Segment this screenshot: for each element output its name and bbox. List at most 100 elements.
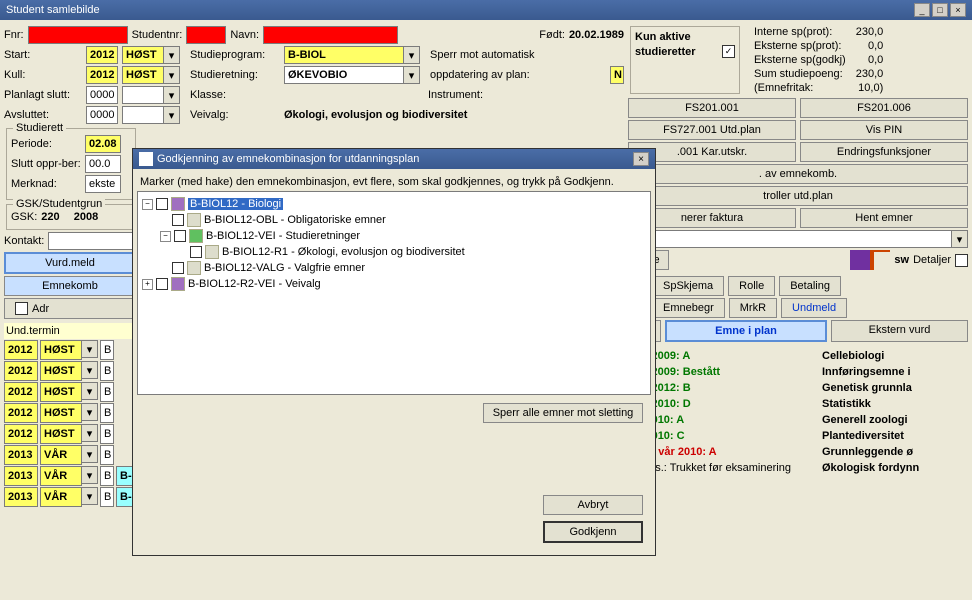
tree-node-label[interactable]: B-BIOL12-VEI - Studieretninger	[206, 230, 360, 242]
chevron-down-icon[interactable]: ▾	[404, 66, 420, 84]
tab-spskjema[interactable]: SpSkjema	[652, 276, 724, 296]
periode-value[interactable]: 02.08	[85, 135, 121, 153]
row-b[interactable]: B	[100, 424, 114, 444]
tree-checkbox[interactable]	[172, 214, 184, 226]
tree-area[interactable]: − B-BIOL12 - Biologi B-BIOL12-OBL - Oblig…	[137, 191, 651, 395]
row-year[interactable]: 2013	[4, 445, 38, 465]
row-sem[interactable]: HØST	[40, 403, 82, 423]
avsluttet-year[interactable]: 0000	[86, 106, 118, 124]
chevron-down-icon[interactable]: ▾	[164, 86, 180, 104]
detaljer-checkbox[interactable]	[955, 254, 968, 267]
fnr-field[interactable]	[28, 26, 128, 44]
tree-node-label[interactable]: B-BIOL12-OBL - Obligatoriske emner	[204, 214, 386, 226]
tree-checkbox[interactable]	[190, 246, 202, 258]
btn-fs201001[interactable]: FS201.001	[628, 98, 796, 118]
chevron-down-icon[interactable]: ▾	[82, 340, 98, 358]
start-sem[interactable]: HØST	[122, 46, 164, 64]
chevron-down-icon[interactable]: ▾	[82, 466, 98, 484]
chevron-down-icon[interactable]: ▾	[82, 445, 98, 463]
navn-field[interactable]	[263, 26, 398, 44]
row-year[interactable]: 2012	[4, 403, 38, 423]
row-sem[interactable]: VÅR	[40, 466, 82, 486]
tab-emneiplan[interactable]: Emne i plan	[665, 320, 827, 342]
row-sem[interactable]: HØST	[40, 424, 82, 444]
studentnr-field[interactable]	[186, 26, 226, 44]
row-year[interactable]: 2012	[4, 340, 38, 360]
maximize-button[interactable]: □	[932, 3, 948, 17]
tree-checkbox[interactable]	[156, 198, 168, 210]
tab-mrkr[interactable]: MrkR	[729, 298, 777, 318]
tree-checkbox[interactable]	[174, 230, 186, 242]
tab-emnekomb[interactable]: Emnekomb	[4, 276, 136, 296]
tab-emnebegr[interactable]: Emnebegr	[652, 298, 725, 318]
chevron-down-icon[interactable]: ▾	[82, 424, 98, 442]
chevron-down-icon[interactable]: ▾	[164, 106, 180, 124]
start-year[interactable]: 2012	[86, 46, 118, 64]
btn-hentemner[interactable]: Hent emner	[800, 208, 968, 228]
expand-icon[interactable]: +	[142, 279, 153, 290]
tab-betaling[interactable]: Betaling	[779, 276, 841, 296]
row-b[interactable]: B	[100, 445, 114, 465]
row-year[interactable]: 2012	[4, 424, 38, 444]
row-sem[interactable]: VÅR	[40, 487, 82, 507]
tab-undmeld[interactable]: Undmeld	[781, 298, 847, 318]
tab-vurdmeld[interactable]: Vurd.meld	[4, 252, 136, 274]
tree-node-label[interactable]: B-BIOL12 - Biologi	[188, 198, 283, 210]
btn-emnekomb[interactable]: . av emnekomb.	[628, 164, 968, 184]
sp-value[interactable]: B-BIOL	[284, 46, 404, 64]
btn-troller[interactable]: troller utd.plan	[628, 186, 968, 206]
planlagt-sem[interactable]	[122, 86, 164, 104]
expand-icon[interactable]: −	[142, 199, 153, 210]
row-b[interactable]: B	[100, 403, 114, 423]
row-year[interactable]: 2012	[4, 361, 38, 381]
row-year[interactable]: 2012	[4, 382, 38, 402]
tab-eksternvurd[interactable]: Ekstern vurd	[831, 320, 968, 342]
btn-endrings[interactable]: Endringsfunksjoner	[800, 142, 968, 162]
row-sem[interactable]: VÅR	[40, 445, 82, 465]
row-b[interactable]: B	[100, 487, 114, 507]
chevron-down-icon[interactable]: ▾	[404, 46, 420, 64]
tree-node-label[interactable]: B-BIOL12-R2-VEI - Veivalg	[188, 278, 321, 290]
adr-checkbox[interactable]	[15, 302, 28, 315]
sr-value[interactable]: ØKEVOBIO	[284, 66, 404, 84]
row-sem[interactable]: HØST	[40, 340, 82, 360]
kull-sem[interactable]: HØST	[122, 66, 164, 84]
big-select[interactable]	[628, 230, 952, 248]
planlagt-year[interactable]: 0000	[86, 86, 118, 104]
chevron-down-icon[interactable]: ▾	[952, 230, 968, 248]
btn-fs727[interactable]: FS727.001 Utd.plan	[628, 120, 796, 140]
row-b[interactable]: B	[100, 361, 114, 381]
kull-year[interactable]: 2012	[86, 66, 118, 84]
row-year[interactable]: 2013	[4, 466, 38, 486]
chevron-down-icon[interactable]: ▾	[82, 382, 98, 400]
btn-vispin[interactable]: Vis PIN	[800, 120, 968, 140]
chevron-down-icon[interactable]: ▾	[82, 403, 98, 421]
tree-node-label[interactable]: B-BIOL12-R1 - Økologi, evolusjon og biod…	[222, 246, 465, 258]
row-b[interactable]: B	[100, 340, 114, 360]
sperr-value[interactable]: N	[610, 66, 624, 84]
row-b[interactable]: B	[100, 382, 114, 402]
tree-checkbox[interactable]	[172, 262, 184, 274]
close-button[interactable]: ×	[950, 3, 966, 17]
row-year[interactable]: 2013	[4, 487, 38, 507]
slutt-value[interactable]: 00.0	[85, 155, 121, 173]
tab-rolle[interactable]: Rolle	[728, 276, 775, 296]
chevron-down-icon[interactable]: ▾	[82, 361, 98, 379]
chevron-down-icon[interactable]: ▾	[82, 487, 98, 505]
kontakt-field[interactable]	[48, 232, 138, 250]
kun-aktive-checkbox[interactable]: ✓	[722, 45, 735, 58]
avsluttet-sem[interactable]	[122, 106, 164, 124]
minimize-button[interactable]: _	[914, 3, 930, 17]
row-sem[interactable]: HØST	[40, 361, 82, 381]
tree-checkbox[interactable]	[156, 278, 168, 290]
row-b[interactable]: B	[100, 466, 114, 486]
tree-node-label[interactable]: B-BIOL12-VALG - Valgfrie emner	[204, 262, 365, 274]
dialog-close-button[interactable]: ×	[633, 152, 649, 166]
btn-fs201006[interactable]: FS201.006	[800, 98, 968, 118]
avbryt-button[interactable]: Avbryt	[543, 495, 643, 515]
tab-adr[interactable]: Adr	[4, 298, 136, 319]
godkjenn-button[interactable]: Godkjenn	[543, 521, 643, 543]
chevron-down-icon[interactable]: ▾	[164, 46, 180, 64]
merknad-value[interactable]: ekste	[85, 175, 121, 193]
collapse-icon[interactable]: −	[160, 231, 171, 242]
